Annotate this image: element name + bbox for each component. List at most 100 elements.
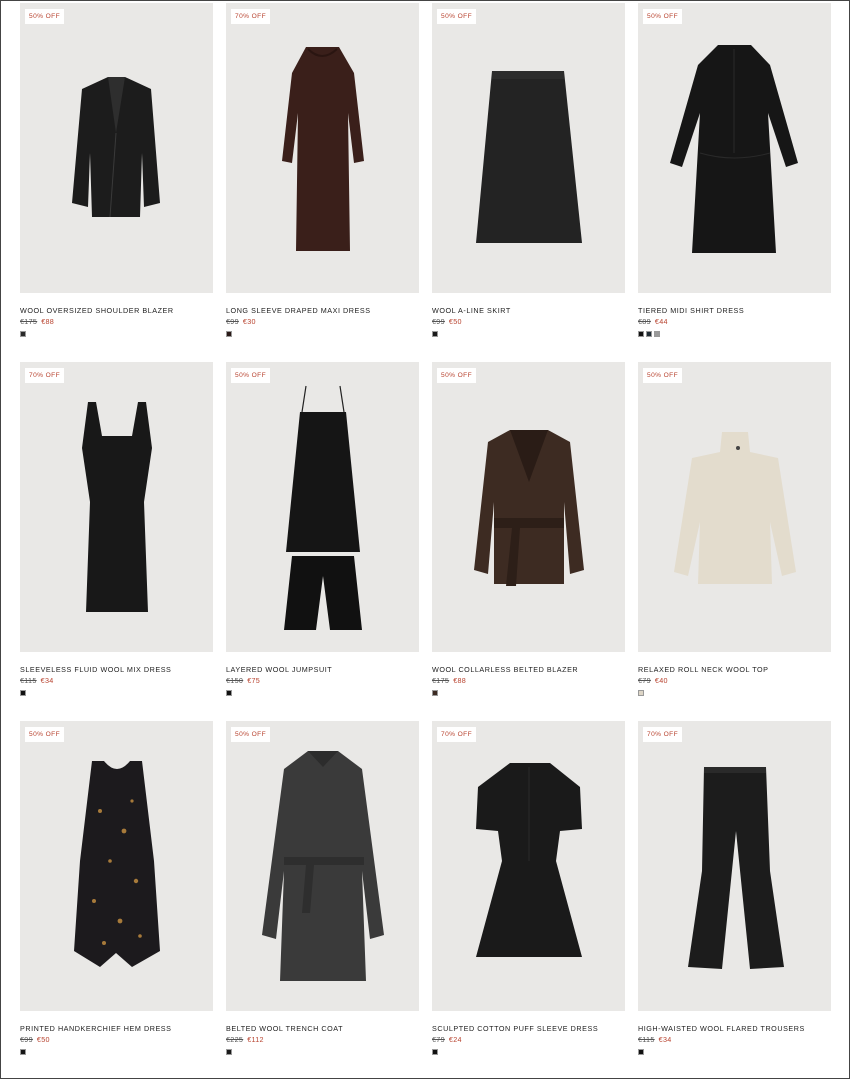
product-card[interactable]: 50% OFF WOOL A-LINE SKIRT €99 €50 [432, 3, 625, 362]
product-name[interactable]: RELAXED ROLL NECK WOOL TOP [638, 665, 831, 674]
color-swatches [20, 690, 213, 696]
sale-price: €40 [654, 676, 668, 685]
color-swatches [432, 331, 625, 337]
discount-badge: 50% OFF [25, 9, 65, 24]
product-image[interactable]: 50% OFF [638, 362, 831, 652]
sale-price: €75 [247, 676, 261, 685]
color-swatch[interactable] [432, 331, 438, 337]
product-image[interactable]: 50% OFF [638, 3, 831, 293]
original-price: €115 [20, 676, 37, 685]
color-swatch[interactable] [20, 331, 26, 337]
product-card[interactable]: 70% OFF SCULPTED COTTON PUFF SLEEVE DRESS… [432, 721, 625, 1080]
product-name[interactable]: WOOL A-LINE SKIRT [432, 306, 625, 315]
color-swatch[interactable] [432, 690, 438, 696]
color-swatch[interactable] [20, 690, 26, 696]
product-card[interactable]: 70% OFF LONG SLEEVE DRAPED MAXI DRESS €99 €… [226, 3, 419, 362]
color-swatches [638, 1049, 831, 1055]
color-swatch[interactable] [638, 1049, 644, 1055]
product-price: €115 €34 [638, 1035, 831, 1044]
garment-illustration [476, 763, 582, 957]
product-name[interactable]: TIERED MIDI SHIRT DRESS [638, 306, 831, 315]
discount-badge: 50% OFF [643, 9, 683, 24]
color-swatch[interactable] [226, 331, 232, 337]
product-image[interactable]: 50% OFF [20, 721, 213, 1011]
product-image[interactable]: 50% OFF [432, 3, 625, 293]
color-swatch[interactable] [654, 331, 660, 337]
product-image[interactable]: 50% OFF [226, 721, 419, 1011]
garment-illustration [282, 47, 364, 251]
product-price: €99 €50 [432, 317, 625, 326]
sale-price: €34 [658, 1035, 672, 1044]
color-swatches [226, 690, 419, 696]
color-swatch[interactable] [226, 690, 232, 696]
product-name[interactable]: WOOL COLLARLESS BELTED BLAZER [432, 665, 625, 674]
product-image[interactable]: 50% OFF [432, 362, 625, 652]
product-card[interactable]: 50% OFF RELAXED ROLL NECK WOOL TOP €79 €40 [638, 362, 831, 721]
sale-price: €88 [41, 317, 55, 326]
product-card[interactable]: 50% OFF WOOL OVERSIZED SHOULDER BLAZER €17… [20, 3, 213, 362]
product-price: €115 €34 [20, 676, 213, 685]
product-price: €175 €88 [20, 317, 213, 326]
sale-price: €88 [453, 676, 467, 685]
product-card[interactable]: 50% OFF PRINTED HANDKERCHIEF HEM DRESS €99… [20, 721, 213, 1080]
sale-price: €50 [448, 317, 462, 326]
product-card[interactable]: 50% OFF WOOL COLLARLESS BELTED BLAZER €175… [432, 362, 625, 721]
product-image[interactable]: 70% OFF [20, 362, 213, 652]
product-name[interactable]: HIGH-WAISTED WOOL FLARED TROUSERS [638, 1024, 831, 1033]
product-price: €99 €30 [226, 317, 419, 326]
garment-illustration [670, 45, 798, 253]
product-image[interactable]: 50% OFF [20, 3, 213, 293]
product-name[interactable]: SCULPTED COTTON PUFF SLEEVE DRESS [432, 1024, 625, 1033]
discount-badge: 50% OFF [231, 727, 271, 742]
sale-price: €24 [448, 1035, 462, 1044]
product-price: €225 €112 [226, 1035, 419, 1044]
original-price: €79 [638, 676, 651, 685]
sale-price: €112 [247, 1035, 264, 1044]
color-swatches [20, 331, 213, 337]
color-swatches [226, 331, 419, 337]
product-image[interactable]: 50% OFF [226, 362, 419, 652]
original-price: €150 [226, 676, 244, 685]
product-card[interactable]: 50% OFF LAYERED WOOL JUMPSUIT €150 €75 [226, 362, 419, 721]
original-price: €115 [638, 1035, 655, 1044]
product-name[interactable]: LAYERED WOOL JUMPSUIT [226, 665, 419, 674]
product-name[interactable]: PRINTED HANDKERCHIEF HEM DRESS [20, 1024, 213, 1033]
color-swatch[interactable] [646, 331, 652, 337]
product-price: €89 €44 [638, 317, 831, 326]
product-image[interactable]: 70% OFF [638, 721, 831, 1011]
product-name[interactable]: BELTED WOOL TRENCH COAT [226, 1024, 419, 1033]
garment-illustration [474, 430, 584, 586]
original-price: €79 [432, 1035, 445, 1044]
garment-illustration [72, 77, 160, 218]
color-swatch[interactable] [638, 690, 644, 696]
color-swatches [226, 1049, 419, 1055]
color-swatches [432, 1049, 625, 1055]
sale-price: €44 [654, 317, 668, 326]
product-price: €79 €24 [432, 1035, 625, 1044]
product-price: €79 €40 [638, 676, 831, 685]
product-card[interactable]: 50% OFF BELTED WOOL TRENCH COAT €225 €112 [226, 721, 419, 1080]
color-swatches [638, 331, 831, 337]
product-card[interactable]: 70% OFF HIGH-WAISTED WOOL FLARED TROUSERS… [638, 721, 831, 1080]
original-price: €89 [638, 317, 651, 326]
color-swatch[interactable] [20, 1049, 26, 1055]
discount-badge: 50% OFF [437, 9, 477, 24]
color-swatch[interactable] [226, 1049, 232, 1055]
product-price: €150 €75 [226, 676, 419, 685]
product-price: €175 €88 [432, 676, 625, 685]
garment-illustration [476, 71, 582, 243]
product-name[interactable]: LONG SLEEVE DRAPED MAXI DRESS [226, 306, 419, 315]
color-swatch[interactable] [432, 1049, 438, 1055]
original-price: €99 [432, 317, 445, 326]
color-swatches [638, 690, 831, 696]
discount-badge: 70% OFF [643, 727, 683, 742]
color-swatch[interactable] [638, 331, 644, 337]
product-name[interactable]: SLEEVELESS FLUID WOOL MIX DRESS [20, 665, 213, 674]
product-image[interactable]: 70% OFF [432, 721, 625, 1011]
garment-illustration [82, 402, 152, 612]
product-image[interactable]: 70% OFF [226, 3, 419, 293]
product-name[interactable]: WOOL OVERSIZED SHOULDER BLAZER [20, 306, 213, 315]
garment-illustration [74, 761, 160, 967]
product-card[interactable]: 70% OFF SLEEVELESS FLUID WOOL MIX DRESS €1… [20, 362, 213, 721]
product-card[interactable]: 50% OFF TIERED MIDI SHIRT DRESS €89 €44 [638, 3, 831, 362]
